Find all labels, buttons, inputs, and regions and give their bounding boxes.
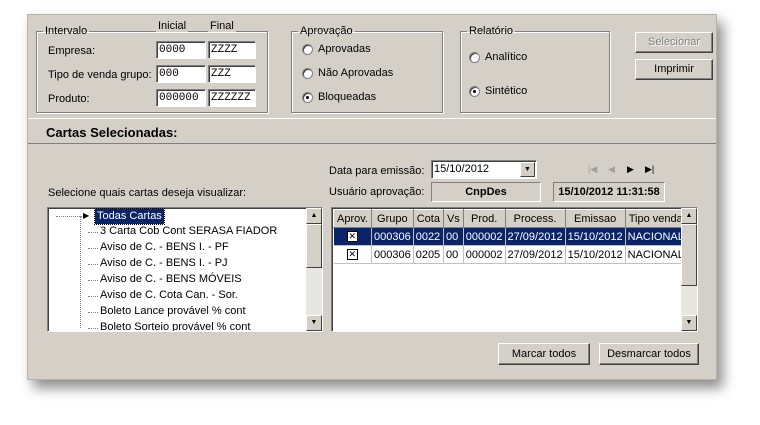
usuario-aprovacao-label: Usuário aprovação: xyxy=(329,186,425,198)
imprimir-button[interactable]: Imprimir xyxy=(635,59,713,80)
produto-label: Produto: xyxy=(48,93,90,105)
tree-item[interactable]: Boleto Lance provável % cont xyxy=(100,304,246,319)
tree-vertical-line xyxy=(80,216,81,328)
table-row[interactable]: ✕ 000306 0022 00 000002 27/09/2012 15/10… xyxy=(333,227,687,246)
produto-final-input[interactable]: ZZZZZZ xyxy=(208,89,256,107)
tipo-venda-label: Tipo de venda grupo: xyxy=(48,69,152,81)
tipo-venda-cell: NACIONAL xyxy=(625,227,687,246)
tree-item[interactable]: Aviso de C. - BENS MÓVEIS xyxy=(100,272,242,287)
sintetico-label: Sintético xyxy=(485,85,528,97)
tree-item[interactable]: Aviso de C. - BENS I. - PJ xyxy=(100,256,228,271)
process-cell: 27/09/2012 xyxy=(505,227,566,246)
desmarcar-todos-button[interactable]: Desmarcar todos xyxy=(599,343,699,365)
column-header-emissao[interactable]: Emissao xyxy=(564,209,626,228)
tipo-venda-final-input[interactable]: ZZZ xyxy=(208,65,256,83)
nao-aprovadas-label: Não Aprovadas xyxy=(318,67,394,79)
grupo-cell: 000306 xyxy=(371,227,414,246)
tree-scrollbar[interactable]: ▲ ▼ xyxy=(306,208,322,331)
empresa-inicial-input[interactable]: 0000 xyxy=(156,41,206,59)
intervalo-legend: Intervalo xyxy=(45,25,88,37)
chevron-down-icon[interactable]: ▼ xyxy=(520,162,535,177)
prod-cell: 000002 xyxy=(463,227,506,246)
table-row[interactable]: ✕ 000306 0205 00 000002 27/09/2012 15/10… xyxy=(333,245,687,264)
tree-item[interactable]: Aviso de C. - BENS I. - PF xyxy=(100,240,229,255)
column-header-aprov[interactable]: Aprov. xyxy=(333,209,372,228)
tree-arrow-icon: ▶ xyxy=(83,211,90,220)
cota-cell: 0022 xyxy=(413,227,444,246)
tree-item[interactable]: 3 Carta Cob Cont SERASA FIADOR xyxy=(100,224,277,239)
usuario-aprovacao-value: CnpDes xyxy=(431,182,541,202)
bloqueadas-label: Bloqueadas xyxy=(318,91,377,103)
first-record-icon[interactable]: |◀ xyxy=(588,164,597,175)
data-emissao-combo[interactable]: 15/10/2012 ▼ xyxy=(431,160,537,179)
timestamp-value: 15/10/2012 11:31:58 xyxy=(553,182,665,202)
data-emissao-label: Data para emissão: xyxy=(329,165,425,177)
letters-table: Aprov. Grupo Cota Vs Prod. Process. Emis… xyxy=(333,209,687,264)
instruction-label: Selecione quais cartas deseja visualizar… xyxy=(48,187,247,199)
selecionar-button[interactable]: Selecionar xyxy=(635,32,713,53)
column-header-prod[interactable]: Prod. xyxy=(462,209,506,228)
letters-grid[interactable]: Aprov. Grupo Cota Vs Prod. Process. Emis… xyxy=(331,207,698,332)
tree-root-connector xyxy=(56,216,86,217)
cota-cell: 0205 xyxy=(413,245,444,264)
table-header-row: Aprov. Grupo Cota Vs Prod. Process. Emis… xyxy=(333,209,687,228)
emissao-cell: 15/10/2012 xyxy=(565,245,626,264)
scroll-up-icon[interactable]: ▲ xyxy=(306,208,322,224)
marcar-todos-button[interactable]: Marcar todos xyxy=(498,343,590,365)
vs-cell: 00 xyxy=(443,245,464,264)
aprov-cell[interactable]: ✕ xyxy=(333,245,372,264)
scroll-down-icon[interactable]: ▼ xyxy=(681,315,697,331)
grid-scrollbar[interactable]: ▲ ▼ xyxy=(681,208,697,331)
grupo-cell: 000306 xyxy=(371,245,414,264)
empresa-final-input[interactable]: ZZZZ xyxy=(208,41,256,59)
tree-item[interactable]: Aviso de C. Cota Can. - Sor. xyxy=(100,288,238,303)
produto-inicial-input[interactable]: 000000 xyxy=(156,89,206,107)
tipo-venda-inicial-input[interactable]: 000 xyxy=(156,65,206,83)
cartas-section-header: Cartas Selecionadas: xyxy=(28,118,716,144)
tree-item-todas-cartas[interactable]: Todas Cartas xyxy=(94,208,165,225)
analitico-label: Analítico xyxy=(485,51,528,63)
letters-tree[interactable]: ▶ Todas Cartas 3 Carta Cob Cont SERASA F… xyxy=(47,207,323,332)
empresa-label: Empresa: xyxy=(48,45,96,57)
analitico-radio[interactable] xyxy=(469,52,480,63)
bloqueadas-radio[interactable] xyxy=(302,92,313,103)
scroll-down-icon[interactable]: ▼ xyxy=(306,315,322,331)
relatorio-group: Relatório xyxy=(460,25,610,113)
last-record-icon[interactable]: ▶| xyxy=(645,164,654,175)
aprov-cell[interactable]: ✕ xyxy=(333,227,372,246)
emissao-cell: 15/10/2012 xyxy=(565,227,626,246)
grid-scroll-thumb[interactable] xyxy=(681,224,697,286)
previous-record-icon[interactable]: ◀ xyxy=(608,164,615,175)
vs-cell: 00 xyxy=(443,227,464,246)
inicial-header: Inicial xyxy=(156,20,189,32)
tipo-venda-cell: NACIONAL xyxy=(625,245,687,264)
tree-item[interactable]: Boleto Sorteio provável % cont xyxy=(100,320,250,331)
relatorio-legend: Relatório xyxy=(469,25,514,37)
aprovadas-label: Aprovadas xyxy=(318,43,371,55)
checked-checkbox-icon[interactable]: ✕ xyxy=(346,231,358,243)
prod-cell: 000002 xyxy=(463,245,506,264)
column-header-cota[interactable]: Cota xyxy=(412,209,444,228)
aprovacao-legend: Aprovação xyxy=(300,25,353,37)
column-header-grupo[interactable]: Grupo xyxy=(370,209,414,228)
final-header: Final xyxy=(208,20,236,32)
data-emissao-value: 15/10/2012 xyxy=(434,163,490,175)
next-record-icon[interactable]: ▶ xyxy=(627,164,634,175)
column-header-process[interactable]: Process. xyxy=(504,209,566,228)
nao-aprovadas-radio[interactable] xyxy=(302,68,313,79)
column-header-tipo-venda[interactable]: Tipo venda xyxy=(624,209,687,228)
process-cell: 27/09/2012 xyxy=(505,245,566,264)
cartas-title: Cartas Selecionadas: xyxy=(46,125,178,140)
column-header-vs[interactable]: Vs xyxy=(442,209,464,228)
checked-checkbox-icon[interactable]: ✕ xyxy=(346,249,358,261)
aprovadas-radio[interactable] xyxy=(302,44,313,55)
print-letters-window: Intervalo Inicial Final Empresa: 0000 ZZ… xyxy=(27,14,717,380)
sintetico-radio[interactable] xyxy=(469,86,480,97)
tree-scroll-thumb[interactable] xyxy=(306,224,322,268)
scroll-up-icon[interactable]: ▲ xyxy=(681,208,697,224)
